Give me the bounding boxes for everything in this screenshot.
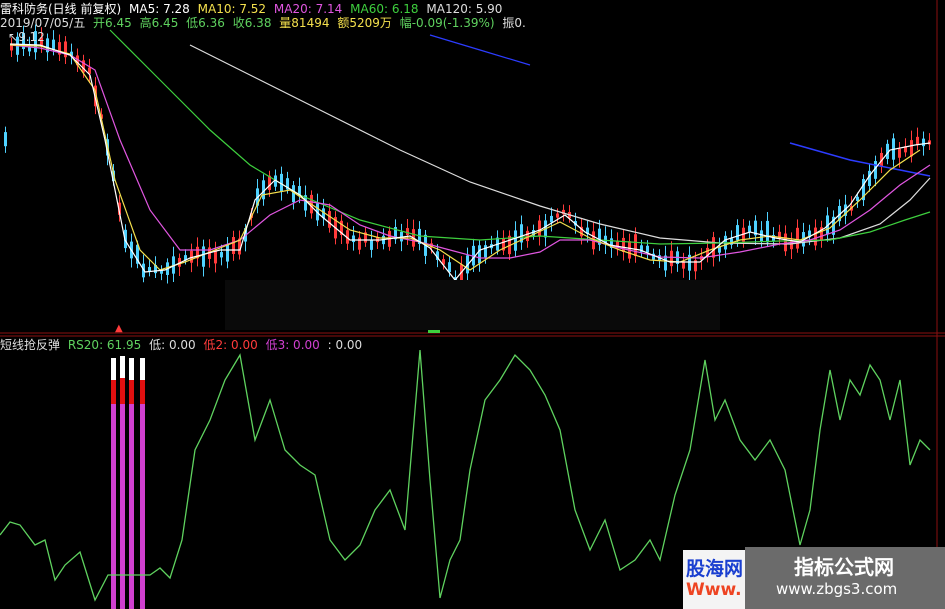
signal-bars — [111, 356, 145, 609]
indicator-name: 短线抢反弹 — [0, 338, 61, 352]
cover-top-right — [535, 0, 945, 140]
signal-bar-1-top — [111, 380, 116, 404]
blue-line — [429, 34, 531, 66]
low3-value: 低3: 0.00 — [265, 338, 320, 352]
price-mark: ↖9.12 — [8, 30, 45, 44]
price-arrow-icon: ↖ — [8, 30, 19, 44]
signal-bar-4-top — [140, 380, 145, 404]
rs20-value: RS20: 61.95 — [67, 338, 142, 352]
low2-value: 低2: 0.00 — [203, 338, 258, 352]
signal-bar-4-cap — [140, 358, 145, 380]
signal-bar-2-top — [120, 378, 125, 404]
signal-bar-3-top — [129, 380, 134, 404]
signal-bar-3-cap — [129, 358, 134, 380]
watermark-title: 指标公式网 — [794, 555, 894, 579]
watermark-left-text2: Www. — [686, 580, 742, 600]
signal-bar-2-cap — [120, 356, 125, 378]
signal-bar-1-cap — [111, 358, 116, 380]
blue-line-2 — [789, 142, 931, 177]
watermark-url: www.zbgs3.com — [776, 580, 898, 598]
price-mark-label: 9.12 — [18, 30, 45, 44]
low1-value: 低: 0.00 — [149, 338, 196, 352]
watermark-left-text: 股海网 — [686, 558, 744, 580]
extra-value: : 0.00 — [327, 338, 363, 352]
indicator-header: 短线抢反弹 RS20: 61.95 低: 0.00 低2: 0.00 低3: 0… — [0, 338, 366, 352]
up-marker: ▲ — [115, 323, 123, 334]
redacted-area — [225, 280, 720, 330]
